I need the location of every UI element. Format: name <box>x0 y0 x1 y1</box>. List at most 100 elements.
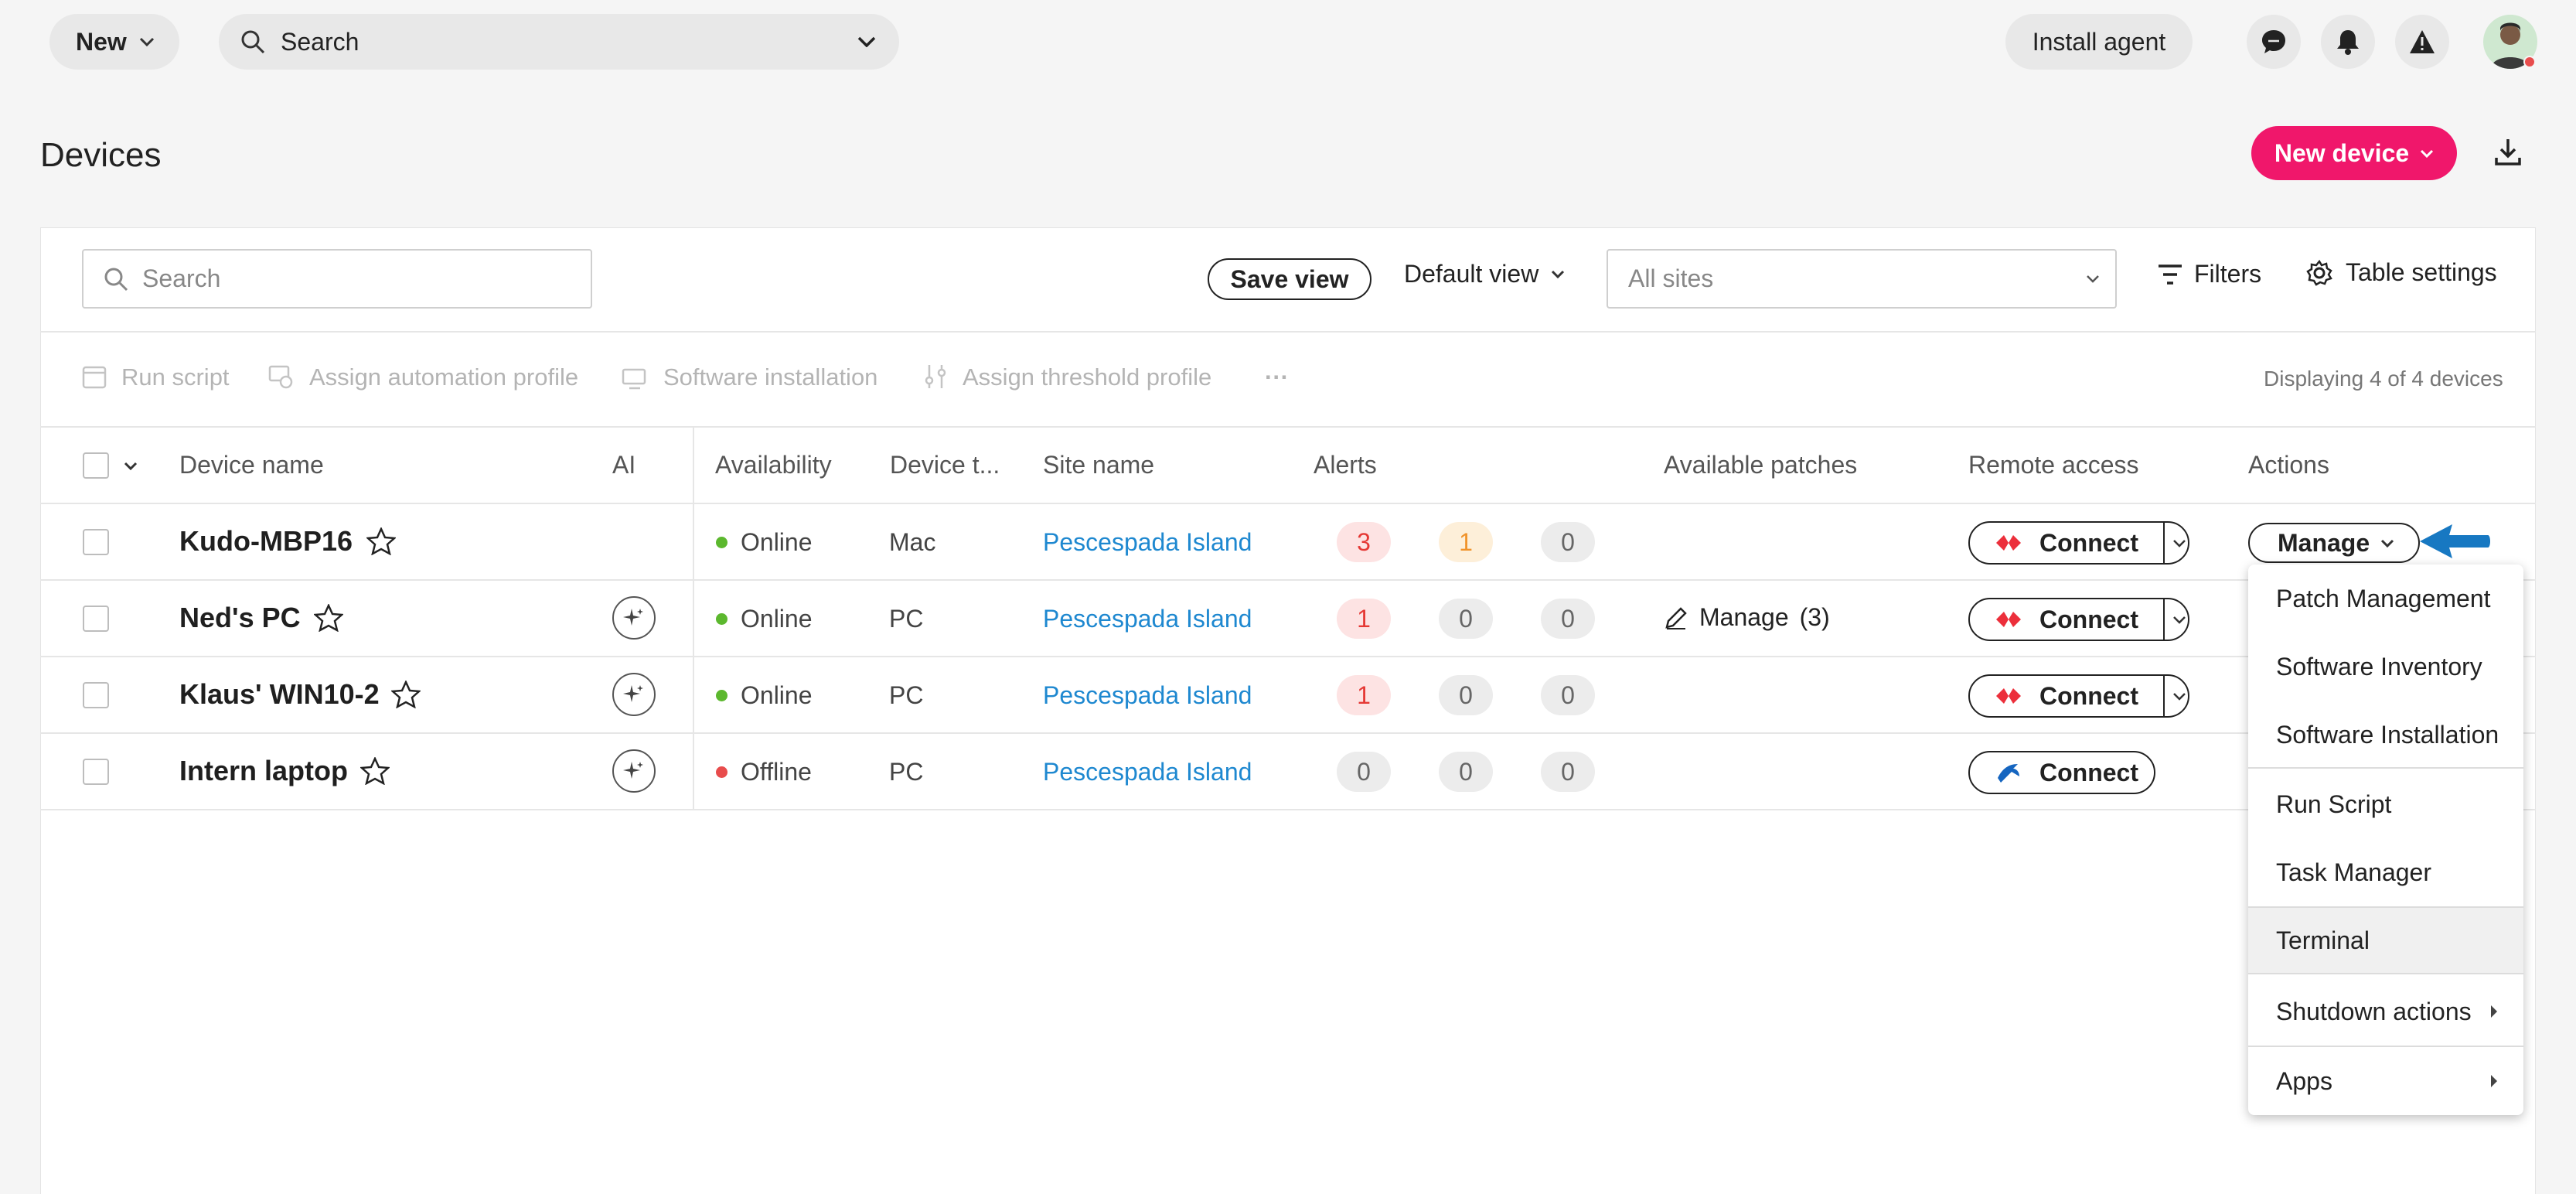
manage-label: Manage <box>2278 528 2370 557</box>
download-button[interactable] <box>2494 136 2522 167</box>
ai-sparkle-button[interactable] <box>612 749 656 793</box>
software-installation-action[interactable]: Software installation <box>663 363 877 391</box>
run-script-action[interactable]: Run script <box>121 363 230 391</box>
alert-badge-critical[interactable]: 1 <box>1337 675 1391 715</box>
menu-item-run-script[interactable]: Run Script <box>2248 770 2523 838</box>
global-search-bar[interactable]: Search <box>219 14 899 70</box>
chevron-down-icon[interactable] <box>124 462 138 470</box>
site-link[interactable]: Pescespada Island <box>1043 605 1252 633</box>
table-search-input[interactable]: Search <box>82 249 592 309</box>
site-link[interactable]: Pescespada Island <box>1043 758 1252 786</box>
menu-item-apps[interactable]: Apps <box>2248 1047 2523 1115</box>
assign-threshold-profile-action[interactable]: Assign threshold profile <box>963 363 1211 391</box>
menu-item-shutdown-actions[interactable]: Shutdown actions <box>2248 977 2523 1046</box>
site-link[interactable]: Pescespada Island <box>1043 681 1252 710</box>
header-available-patches[interactable]: Available patches <box>1664 451 1857 479</box>
chevron-down-icon <box>857 36 876 47</box>
chevron-down-icon <box>2086 275 2100 283</box>
alerts-button[interactable] <box>2395 15 2449 69</box>
header-ai[interactable]: AI <box>612 451 635 479</box>
remote-connect-icon <box>1995 610 2022 629</box>
remote-connect-alt-icon <box>1995 761 2022 784</box>
connect-button[interactable]: Connect <box>1968 751 2155 794</box>
connect-split-button[interactable]: Connect <box>1968 674 2189 718</box>
star-icon[interactable] <box>360 757 390 785</box>
menu-item-software-installation[interactable]: Software Installation <box>2248 701 2523 769</box>
header-site-name[interactable]: Site name <box>1043 451 1154 479</box>
device-name[interactable]: Intern laptop <box>179 755 348 787</box>
alert-badge-info[interactable]: 0 <box>1541 752 1595 792</box>
header-device-name[interactable]: Device name <box>179 451 324 479</box>
default-view-dropdown[interactable]: Default view <box>1404 260 1565 288</box>
chevron-down-icon <box>1551 270 1565 278</box>
header-availability[interactable]: Availability <box>715 451 832 479</box>
row-checkbox[interactable] <box>83 529 109 555</box>
ai-sparkle-button[interactable] <box>612 596 656 640</box>
menu-item-terminal[interactable]: Terminal <box>2248 906 2523 974</box>
chevron-down-icon[interactable] <box>2172 539 2186 548</box>
alert-badge-info[interactable]: 0 <box>1541 599 1595 639</box>
device-name[interactable]: Kudo-MBP16 <box>179 525 353 558</box>
save-view-button[interactable]: Save view <box>1208 258 1371 300</box>
star-icon[interactable] <box>366 527 396 555</box>
device-type: PC <box>889 605 924 633</box>
alert-badge-critical[interactable]: 3 <box>1337 522 1391 562</box>
star-icon[interactable] <box>314 604 343 632</box>
chevron-down-icon[interactable] <box>2172 692 2186 701</box>
table-row[interactable] <box>40 734 2536 809</box>
menu-item-task-manager[interactable]: Task Manager <box>2248 838 2523 906</box>
new-menu-button[interactable]: New <box>49 14 179 70</box>
alert-badge-warning[interactable]: 0 <box>1439 599 1493 639</box>
device-type: Mac <box>889 528 936 556</box>
new-menu-label: New <box>76 27 127 56</box>
header-alerts[interactable]: Alerts <box>1314 451 1377 479</box>
alert-badge-critical[interactable]: 0 <box>1337 752 1391 792</box>
header-actions: Actions <box>2248 451 2329 479</box>
chevron-down-icon[interactable] <box>2172 616 2186 624</box>
connect-split-button[interactable]: Connect <box>1968 598 2189 641</box>
device-name[interactable]: Klaus' WIN10-2 <box>179 678 380 711</box>
alert-badge-info[interactable]: 0 <box>1541 675 1595 715</box>
alert-badge-warning[interactable]: 1 <box>1439 522 1493 562</box>
row-checkbox[interactable] <box>83 759 109 785</box>
new-device-button[interactable]: New device <box>2251 126 2457 180</box>
sparkle-icon <box>622 759 646 783</box>
manage-patches-link[interactable]: Manage (3) <box>1664 603 1830 632</box>
pointer-arrow-icon <box>2418 521 2493 561</box>
header-remote-access[interactable]: Remote access <box>1968 451 2139 479</box>
menu-item-software-inventory[interactable]: Software Inventory <box>2248 633 2523 701</box>
notifications-button[interactable] <box>2321 15 2375 69</box>
install-agent-button[interactable]: Install agent <box>2005 14 2193 70</box>
alert-badge-warning[interactable]: 0 <box>1439 752 1493 792</box>
availability-text: Online <box>741 605 813 633</box>
alert-badge-info[interactable]: 0 <box>1541 522 1595 562</box>
manage-dropdown-button[interactable]: Manage <box>2248 523 2420 563</box>
chat-button[interactable] <box>2247 15 2301 69</box>
automation-profile-icon <box>267 363 294 390</box>
row-checkbox[interactable] <box>83 682 109 708</box>
search-icon <box>104 267 128 292</box>
row-checkbox[interactable] <box>83 606 109 632</box>
site-link[interactable]: Pescespada Island <box>1043 528 1252 557</box>
alert-badge-warning[interactable]: 0 <box>1439 675 1493 715</box>
header-device-type[interactable]: Device t... <box>890 451 1000 479</box>
split-divider <box>2163 523 2165 563</box>
sparkle-icon <box>622 683 646 706</box>
device-name[interactable]: Ned's PC <box>179 602 301 634</box>
star-icon[interactable] <box>391 681 421 708</box>
filters-button[interactable]: Filters <box>2157 260 2261 288</box>
menu-item-patch-management[interactable]: Patch Management <box>2248 565 2523 633</box>
ai-sparkle-button[interactable] <box>612 673 656 716</box>
select-all-checkbox[interactable] <box>83 452 109 479</box>
sites-select[interactable]: All sites <box>1607 249 2117 309</box>
download-icon <box>2494 136 2522 167</box>
assign-automation-profile-action[interactable]: Assign automation profile <box>309 363 578 391</box>
connect-split-button[interactable]: Connect <box>1968 521 2189 565</box>
table-settings-button[interactable]: Table settings <box>2305 258 2497 287</box>
remote-connect-icon <box>1995 534 2022 552</box>
page-title: Devices <box>40 136 162 174</box>
availability-text: Online <box>741 681 813 709</box>
more-actions-button[interactable]: ··· <box>1265 363 1289 391</box>
alert-badge-critical[interactable]: 1 <box>1337 599 1391 639</box>
global-search-label: Search <box>281 27 359 56</box>
